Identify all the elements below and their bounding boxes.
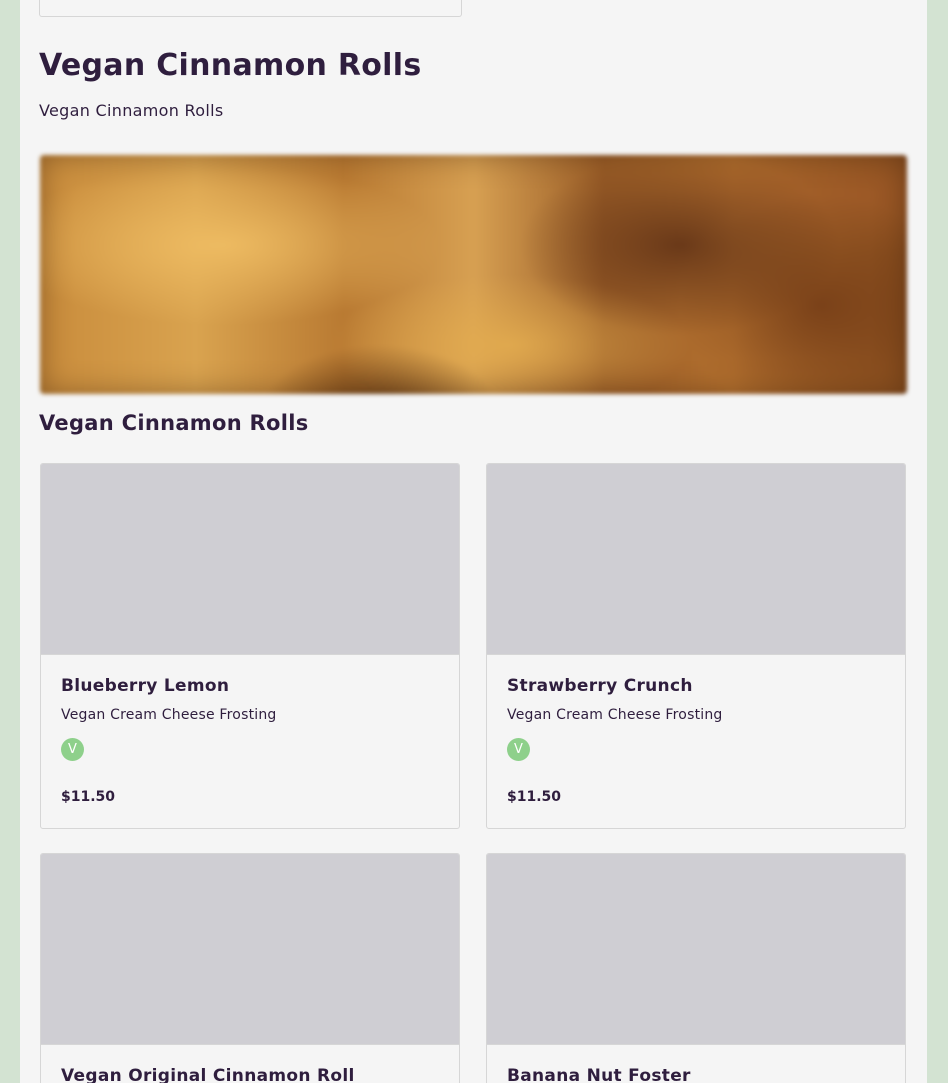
item-name: Vegan Original Cinnamon Roll xyxy=(61,1066,355,1083)
menu-item-card[interactable]: Strawberry Crunch Vegan Cream Cheese Fro… xyxy=(486,463,906,829)
item-description: Vegan Cream Cheese Frosting xyxy=(507,707,723,723)
item-image xyxy=(41,854,459,1045)
item-price: $11.50 xyxy=(507,789,562,805)
item-price: $11.50 xyxy=(61,789,116,805)
item-description: Vegan Cream Cheese Frosting xyxy=(61,707,277,723)
item-image xyxy=(487,464,905,655)
item-name: Strawberry Crunch xyxy=(507,676,693,696)
vegan-badge-icon: V xyxy=(61,738,84,761)
menu-item-card[interactable]: Blueberry Lemon Vegan Cream Cheese Frost… xyxy=(40,463,460,829)
previous-item-card[interactable] xyxy=(39,0,462,17)
item-name: Blueberry Lemon xyxy=(61,676,230,696)
item-image xyxy=(41,464,459,655)
section-hero-image xyxy=(40,155,907,394)
menu-item-card[interactable]: Vegan Original Cinnamon Roll xyxy=(40,853,460,1083)
item-image xyxy=(487,854,905,1045)
vegan-badge-icon: V xyxy=(507,738,530,761)
menu-item-card[interactable]: Banana Nut Foster xyxy=(486,853,906,1083)
item-name: Banana Nut Foster xyxy=(507,1066,691,1083)
section-title: Vegan Cinnamon Rolls xyxy=(39,48,422,83)
category-heading: Vegan Cinnamon Rolls xyxy=(39,411,309,435)
menu-page: Vegan Cinnamon Rolls Vegan Cinnamon Roll… xyxy=(20,0,927,1083)
section-subtitle: Vegan Cinnamon Rolls xyxy=(39,101,224,120)
